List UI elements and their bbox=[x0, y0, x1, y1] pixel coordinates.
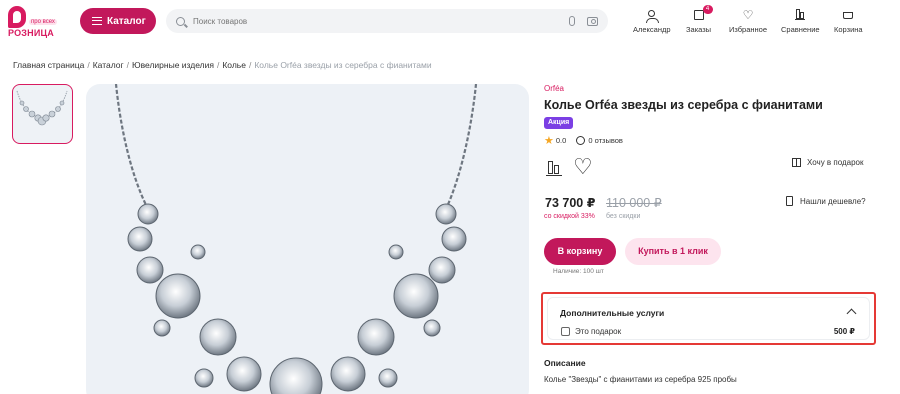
product-main-image[interactable] bbox=[86, 84, 529, 394]
add-to-cart-button[interactable]: В корзину bbox=[544, 238, 616, 265]
necklace-image bbox=[114, 84, 478, 394]
additional-services-panel: Дополнительные услуги Это подарок 500 ₽ bbox=[547, 297, 870, 340]
logo-mark-icon bbox=[8, 6, 26, 28]
star-icon: ★ bbox=[544, 135, 554, 147]
search-bar bbox=[166, 9, 608, 33]
breadcrumb-separator: / bbox=[248, 60, 252, 70]
catalog-button[interactable]: Каталог bbox=[80, 8, 156, 34]
search-input[interactable] bbox=[193, 16, 569, 26]
current-price: 73 700 ₽ bbox=[545, 196, 596, 210]
comment-icon bbox=[576, 136, 586, 145]
nav-cart[interactable]: Корзина bbox=[834, 8, 863, 34]
nav-orders[interactable]: 4 Заказы bbox=[686, 5, 713, 34]
found-cheaper-button[interactable]: Нашли дешевле? bbox=[786, 196, 866, 206]
orders-count-badge: 4 bbox=[702, 5, 713, 14]
nav-orders-label: Заказы bbox=[686, 25, 712, 34]
breadcrumb-separator: / bbox=[87, 60, 90, 70]
old-price: 110 000 ₽ bbox=[606, 196, 662, 210]
discount-label: со скидкой 33% bbox=[544, 213, 595, 220]
search-icon bbox=[176, 16, 185, 26]
box-icon bbox=[693, 10, 704, 20]
want-as-gift-button[interactable]: Хочу в подарок bbox=[792, 158, 864, 167]
product-thumbnail[interactable] bbox=[12, 84, 73, 144]
nav-profile-label: Александр bbox=[633, 25, 671, 34]
no-discount-label: без скидки bbox=[606, 213, 641, 220]
logo-name: РОЗНИЦА bbox=[8, 28, 54, 38]
description-heading: Описание bbox=[544, 358, 586, 368]
breadcrumb-necklaces[interactable]: Колье bbox=[222, 60, 246, 70]
user-icon bbox=[646, 9, 660, 23]
gift-icon bbox=[792, 158, 801, 167]
nav-favorites[interactable]: ♡ Избранное bbox=[729, 8, 767, 34]
stock-availability: Наличие: 100 шт bbox=[553, 268, 604, 275]
nav-compare-label: Сравнение bbox=[781, 25, 820, 34]
want-as-gift-label: Хочу в подарок bbox=[807, 158, 864, 167]
cart-icon bbox=[843, 11, 854, 19]
nav-compare[interactable]: Сравнение bbox=[781, 8, 820, 34]
logo-tag: про всех bbox=[29, 19, 57, 25]
description-text: Колье "Звезды" с фианитами из серебра 92… bbox=[544, 375, 737, 384]
breadcrumb-separator: / bbox=[216, 60, 220, 70]
buy-one-click-button[interactable]: Купить в 1 клик bbox=[625, 238, 721, 265]
product-title: Колье Orféa звезды из серебра с фианитам… bbox=[544, 98, 823, 112]
breadcrumb: Главная страница / Каталог / Ювелирные издел… bbox=[13, 60, 432, 70]
heart-icon: ♡ bbox=[742, 8, 754, 22]
header: про всех РОЗНИЦА Каталог Александр 4 Зак… bbox=[0, 0, 900, 44]
found-cheaper-label: Нашли дешевле? bbox=[800, 196, 866, 206]
nav-profile[interactable]: Александр bbox=[633, 8, 671, 34]
add-to-compare-icon[interactable] bbox=[547, 161, 561, 175]
compare-icon bbox=[795, 9, 806, 20]
menu-icon bbox=[92, 17, 102, 25]
breadcrumb-current: Колье Orféa звезды из серебра с фианитам… bbox=[254, 60, 432, 70]
additional-services-title[interactable]: Дополнительные услуги bbox=[560, 308, 664, 318]
breadcrumb-separator: / bbox=[126, 60, 130, 70]
site-logo[interactable]: про всех РОЗНИЦА bbox=[8, 6, 64, 40]
product-brand-link[interactable]: Orféa bbox=[544, 84, 564, 93]
gift-wrap-price: 500 ₽ bbox=[833, 327, 855, 336]
additional-services-highlight: Дополнительные услуги Это подарок 500 ₽ bbox=[541, 292, 876, 345]
gift-wrap-checkbox[interactable] bbox=[561, 327, 570, 336]
catalog-button-label: Каталог bbox=[107, 15, 146, 27]
camera-icon[interactable] bbox=[587, 16, 598, 26]
chevron-up-icon[interactable] bbox=[846, 308, 857, 319]
breadcrumb-catalog[interactable]: Каталог bbox=[93, 60, 124, 70]
compare-icon-base bbox=[546, 175, 562, 176]
breadcrumb-home[interactable]: Главная страница bbox=[13, 60, 84, 70]
nav-cart-label: Корзина bbox=[834, 25, 863, 34]
promo-badge: Акция bbox=[544, 117, 574, 129]
reviews-count[interactable]: 0 отзывов bbox=[588, 136, 623, 145]
rating-value: 0.0 bbox=[555, 136, 567, 145]
necklace-thumbnail-image bbox=[16, 90, 68, 126]
price-tag-icon bbox=[786, 196, 793, 206]
breadcrumb-jewelry[interactable]: Ювелирные изделия bbox=[132, 60, 214, 70]
nav-favorites-label: Избранное bbox=[729, 25, 768, 34]
microphone-icon[interactable] bbox=[569, 16, 575, 26]
product-rating[interactable]: ★ 0.0 0 отзывов bbox=[544, 134, 623, 147]
gift-wrap-label[interactable]: Это подарок bbox=[575, 327, 621, 336]
add-to-favorites-icon[interactable]: ♡ bbox=[573, 155, 593, 179]
